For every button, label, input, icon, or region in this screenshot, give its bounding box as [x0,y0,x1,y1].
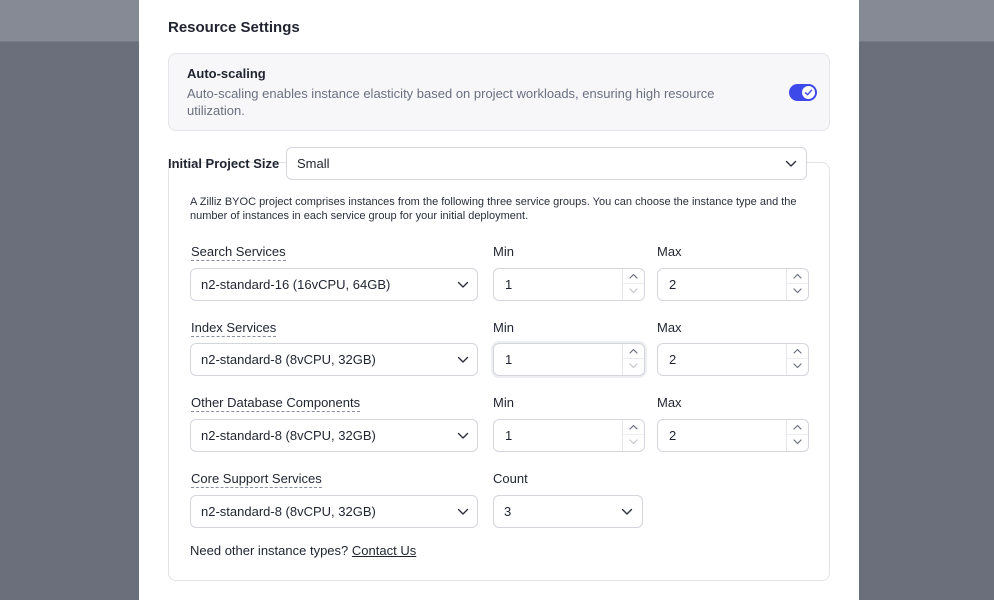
chevron-up-icon [629,348,638,354]
increment-button[interactable] [787,269,808,284]
decrement-button[interactable] [623,284,644,299]
increment-button[interactable] [623,344,644,359]
min-value: 1 [505,352,513,367]
decrement-button[interactable] [787,435,808,450]
increment-button[interactable] [787,420,808,435]
chevron-up-icon [793,273,802,279]
stepper [786,269,808,300]
stepper [622,269,644,300]
toggle-knob [802,86,815,99]
autoscaling-title: Auto-scaling [187,66,266,81]
footer-text: Need other instance types? [190,543,349,558]
chevron-down-icon [793,363,802,369]
project-size-label: Initial Project Size [168,156,280,171]
instance-type-value: n2-standard-16 (16vCPU, 64GB) [201,277,391,292]
chevron-up-icon [629,424,638,430]
contact-us-link[interactable]: Contact Us [352,543,416,558]
instance-type-select-core-support[interactable]: n2-standard-8 (8vCPU, 32GB) [190,495,478,528]
chevron-up-icon [629,273,638,279]
service-label-other-db: Other Database Components [191,395,361,412]
footer-note: Need other instance types? Contact Us [190,543,416,558]
resource-settings-modal: Resource Settings Auto-scaling Auto-scal… [139,0,859,600]
min-value: 1 [505,277,513,292]
min-label: Min [493,244,514,259]
max-input-other-db[interactable]: 2 [657,419,809,452]
max-value: 2 [669,277,677,292]
max-value: 2 [669,352,677,367]
increment-button[interactable] [623,420,644,435]
instance-type-value: n2-standard-8 (8vCPU, 32GB) [201,504,376,519]
chevron-down-icon [629,439,638,445]
stepper [622,420,644,451]
max-label: Max [657,244,682,259]
autoscaling-description: Auto-scaling enables instance elasticity… [187,86,715,118]
chevron-up-icon [793,424,802,430]
min-input-search[interactable]: 1 [493,268,645,301]
chevron-down-icon [621,508,633,515]
chevron-down-icon [457,356,469,363]
max-input-search[interactable]: 2 [657,268,809,301]
autoscaling-card: Auto-scaling Auto-scaling enables instan… [168,53,830,131]
service-label-index: Index Services [191,320,277,337]
min-value: 1 [505,428,513,443]
chevron-down-icon [785,160,797,167]
chevron-up-icon [793,348,802,354]
max-label: Max [657,320,682,335]
instance-type-value: n2-standard-8 (8vCPU, 32GB) [201,352,376,367]
decrement-button[interactable] [787,359,808,374]
min-input-index[interactable]: 1 [493,343,645,376]
service-label-core-support: Core Support Services [191,471,322,488]
count-label: Count [493,471,528,486]
service-label-search: Search Services [191,244,286,261]
check-icon [804,89,813,96]
instance-type-select-search[interactable]: n2-standard-16 (16vCPU, 64GB) [190,268,478,301]
max-input-index[interactable]: 2 [657,343,809,376]
min-label: Min [493,320,514,335]
project-size-select[interactable]: Small [286,147,807,180]
decrement-button[interactable] [623,435,644,450]
decrement-button[interactable] [623,359,644,374]
chevron-down-icon [457,432,469,439]
chevron-down-icon [793,439,802,445]
min-label: Min [493,395,514,410]
chevron-down-icon [793,288,802,294]
min-input-other-db[interactable]: 1 [493,419,645,452]
count-select-core-support[interactable]: 3 [493,495,643,528]
stepper [786,420,808,451]
instance-type-select-other-db[interactable]: n2-standard-8 (8vCPU, 32GB) [190,419,478,452]
decrement-button[interactable] [787,284,808,299]
section-title: Resource Settings [168,19,300,36]
services-intro: A Zilliz BYOC project comprises instance… [190,196,797,222]
chevron-down-icon [457,508,469,515]
instance-type-select-index[interactable]: n2-standard-8 (8vCPU, 32GB) [190,343,478,376]
max-label: Max [657,395,682,410]
instance-type-value: n2-standard-8 (8vCPU, 32GB) [201,428,376,443]
chevron-down-icon [629,363,638,369]
chevron-down-icon [629,288,638,294]
stepper [622,344,644,375]
chevron-down-icon [457,281,469,288]
increment-button[interactable] [787,344,808,359]
max-value: 2 [669,428,677,443]
count-value: 3 [504,504,512,519]
increment-button[interactable] [623,269,644,284]
project-size-value: Small [297,156,330,171]
stepper [786,344,808,375]
autoscaling-toggle[interactable] [789,84,817,101]
